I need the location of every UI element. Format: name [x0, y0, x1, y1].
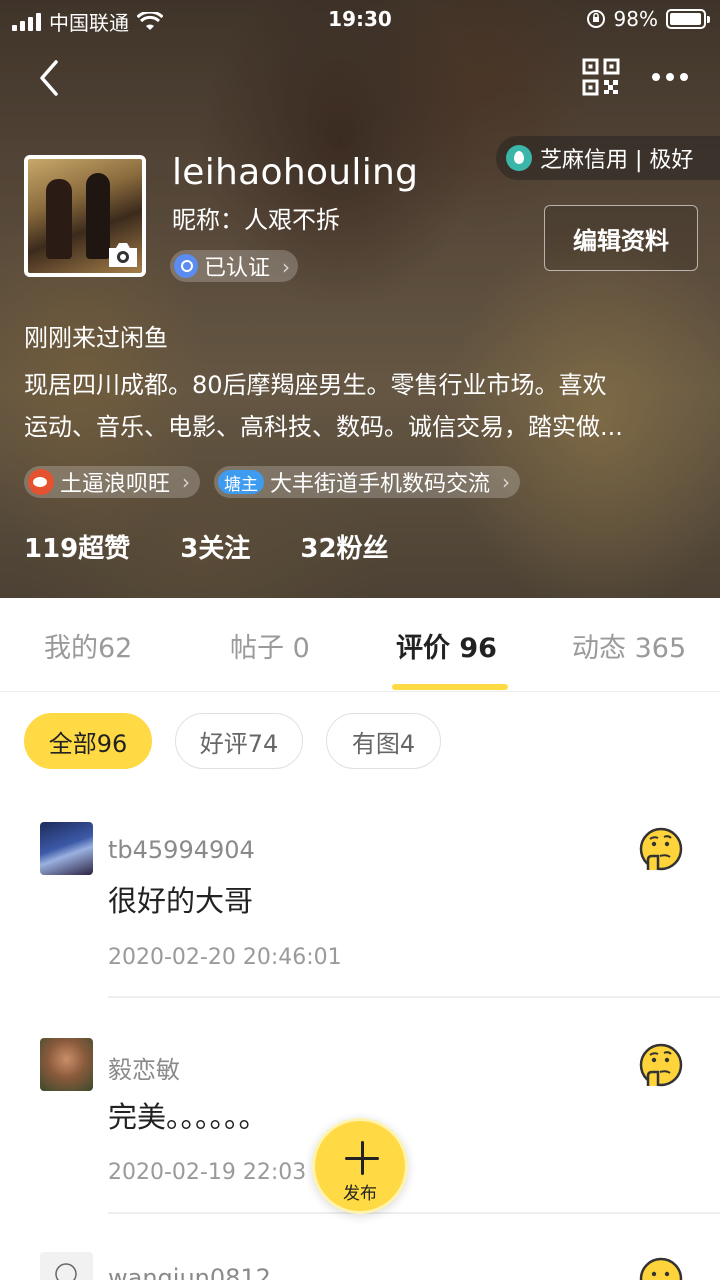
- divider: [108, 1212, 720, 1214]
- more-options-button[interactable]: [648, 62, 692, 92]
- filter-with-photos[interactable]: 有图4: [326, 713, 441, 769]
- weibo-tag[interactable]: 土逼浪呗旺 ›: [24, 466, 201, 498]
- chevron-right-icon: ›: [502, 470, 511, 494]
- verified-badge[interactable]: 已认证 ›: [170, 250, 299, 282]
- chevron-right-icon: ›: [182, 470, 191, 494]
- more-dots-icon: [652, 73, 660, 81]
- review-text: 完美。。。。。。: [108, 1100, 268, 1134]
- profile-stats: 119超赞 3关注 32粉丝: [24, 528, 389, 565]
- reviewer-avatar[interactable]: [40, 822, 93, 875]
- group-tag-label: 大丰街道手机数码交流: [270, 472, 491, 497]
- username: leihaohouling: [172, 152, 419, 193]
- verified-icon: [174, 254, 198, 278]
- bio-line: 现居四川成都。80后摩羯座男生。零售行业市场。喜欢: [24, 371, 607, 399]
- verified-label: 已认证: [204, 256, 271, 281]
- weibo-icon: [28, 469, 54, 495]
- sketch-avatar-icon: [55, 1263, 77, 1280]
- filter-positive[interactable]: 好评74: [175, 713, 303, 769]
- sesame-credit-badge[interactable]: 芝麻信用 | 极好: [496, 136, 720, 180]
- qr-code-icon: [582, 58, 620, 96]
- edit-profile-button[interactable]: 编辑资料: [544, 205, 698, 271]
- profile-header: 中国联通 19:30 98% 芝麻信用 | 极好 leihaohouling 昵…: [0, 0, 720, 598]
- followers-count[interactable]: 32粉丝: [300, 528, 388, 565]
- tab-reviews[interactable]: 评价 96: [396, 626, 497, 665]
- reviewer-name[interactable]: 毅恋敏: [108, 1050, 180, 1085]
- publish-label: 发布: [343, 1184, 377, 1204]
- weibo-tag-label: 土逼浪呗旺: [60, 472, 171, 497]
- likes-count[interactable]: 119超赞: [24, 528, 130, 565]
- profile-tabs: 我的62 帖子 0 评价 96 动态 365: [0, 598, 720, 692]
- bio-line: 运动、音乐、电影、高科技、数码。诚信交易，踏实做...: [24, 413, 623, 441]
- qr-code-button[interactable]: [582, 58, 620, 96]
- rotation-lock-icon: [586, 10, 605, 28]
- tab-posts[interactable]: 帖子 0: [230, 626, 310, 665]
- thinking-emoji-icon: [639, 1043, 683, 1087]
- review-time: 2020-02-20 20:46:01: [108, 945, 342, 970]
- tab-mine[interactable]: 我的62: [44, 626, 132, 665]
- tab-activity[interactable]: 动态 365: [572, 626, 686, 665]
- reviewer-name[interactable]: wangjun0812: [108, 1264, 271, 1280]
- last-seen-text: 刚刚来过闲鱼: [24, 324, 168, 352]
- reviewer-name[interactable]: tb45994904: [108, 836, 255, 864]
- thinking-emoji-icon: [639, 827, 683, 871]
- review-text: 很好的大哥: [108, 884, 254, 918]
- following-count[interactable]: 3关注: [180, 528, 250, 565]
- back-button[interactable]: [30, 56, 70, 100]
- review-time: 2020-02-19 22:03: [108, 1160, 307, 1185]
- thinking-emoji-icon: [639, 1257, 683, 1280]
- credit-label: 芝麻信用 | 极好: [540, 148, 694, 173]
- divider: [108, 996, 720, 998]
- group-owner-badge: 塘主: [218, 470, 264, 495]
- camera-icon[interactable]: [106, 240, 140, 270]
- sesame-credit-icon: [506, 145, 532, 171]
- battery-percent: 98%: [613, 7, 658, 31]
- active-tab-indicator: [392, 684, 508, 690]
- status-bar: 中国联通 19:30 98%: [0, 0, 720, 40]
- reviewer-avatar[interactable]: [40, 1038, 93, 1091]
- chevron-right-icon: ›: [282, 255, 291, 279]
- filter-all[interactable]: 全部96: [24, 713, 152, 769]
- reviewer-avatar[interactable]: [40, 1252, 93, 1280]
- chevron-left-icon: [40, 60, 58, 96]
- nickname: 昵称：人艰不拆: [172, 206, 340, 234]
- group-tag[interactable]: 塘主 大丰街道手机数码交流 ›: [214, 466, 521, 498]
- publish-button[interactable]: 发布: [312, 1118, 408, 1214]
- bio: 现居四川成都。80后摩羯座男生。零售行业市场。喜欢 运动、音乐、电影、高科技、数…: [24, 364, 700, 448]
- battery-icon: [666, 9, 710, 29]
